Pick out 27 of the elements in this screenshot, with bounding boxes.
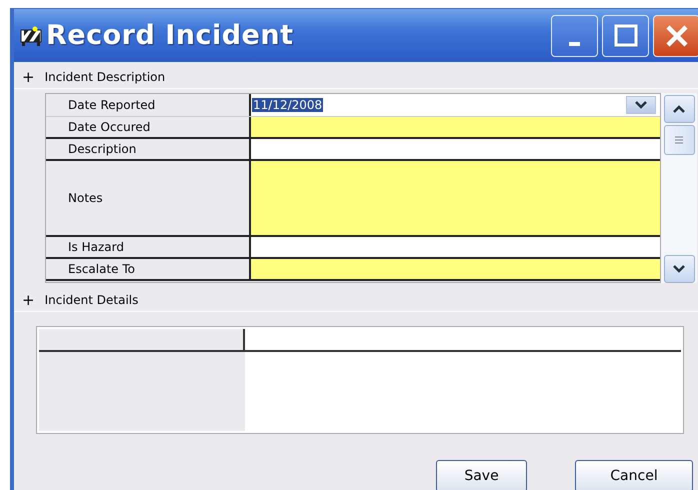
input-field[interactable] <box>251 139 660 159</box>
scroll-up-button[interactable] <box>664 95 694 123</box>
window-title: Record Incident <box>46 20 294 51</box>
input-field[interactable] <box>251 237 660 257</box>
save-button[interactable]: Save <box>436 460 527 490</box>
section-header[interactable]: + Incident Details <box>14 289 698 312</box>
scroll-thumb[interactable] <box>664 125 694 155</box>
input-field[interactable] <box>251 161 660 235</box>
input-field[interactable] <box>251 117 660 137</box>
dropdown-button[interactable] <box>626 96 656 114</box>
input-field[interactable] <box>251 259 660 279</box>
close-icon <box>664 22 690 48</box>
input-field[interactable]: 11/12/2008 <box>251 94 660 116</box>
scroll-down-button[interactable] <box>664 255 694 283</box>
close-button[interactable] <box>653 14 698 56</box>
minimize-icon <box>569 42 580 46</box>
minimize-button[interactable] <box>551 14 598 56</box>
maximize-icon <box>612 22 638 48</box>
section-header[interactable]: + Incident Description <box>14 66 698 89</box>
chevron-up-icon <box>672 104 686 114</box>
scrollbar[interactable] <box>661 93 697 283</box>
field-value: 11/12/2008 <box>252 98 324 112</box>
chevron-down-icon <box>672 264 686 274</box>
chevron-down-icon <box>634 100 648 110</box>
cancel-button[interactable]: Cancel <box>575 460 693 490</box>
maximize-button[interactable] <box>602 14 649 56</box>
barrier-icon <box>20 26 42 46</box>
